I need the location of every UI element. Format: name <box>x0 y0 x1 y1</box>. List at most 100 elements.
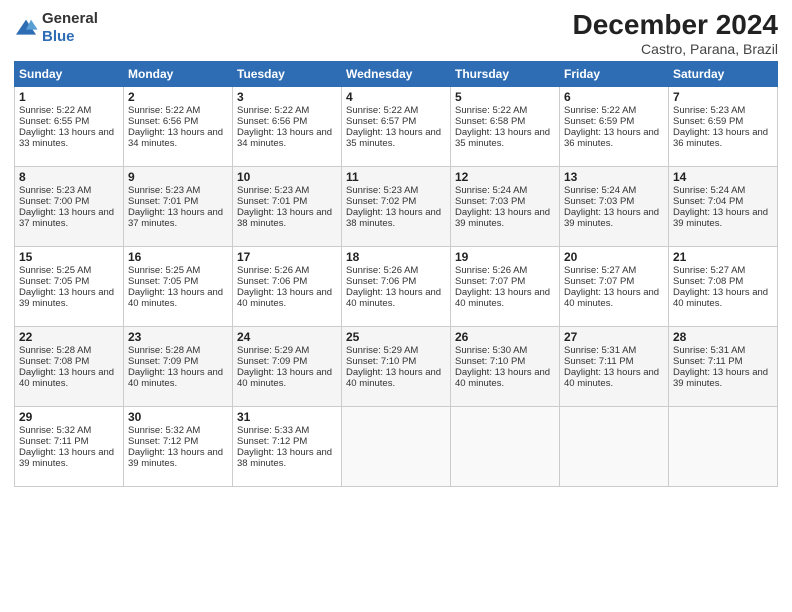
sunrise: Sunrise: 5:25 AM <box>128 265 200 276</box>
calendar-table: Sunday Monday Tuesday Wednesday Thursday… <box>14 61 778 487</box>
daylight: Daylight: 13 hours and 33 minutes. <box>19 127 114 149</box>
sunrise: Sunrise: 5:32 AM <box>19 425 91 436</box>
month-title: December 2024 <box>573 10 778 41</box>
daylight: Daylight: 13 hours and 34 minutes. <box>128 127 223 149</box>
calendar-week-3: 15Sunrise: 5:25 AMSunset: 7:05 PMDayligh… <box>15 246 778 326</box>
sunset: Sunset: 7:10 PM <box>455 356 525 367</box>
daylight: Daylight: 13 hours and 37 minutes. <box>19 207 114 229</box>
calendar-cell: 8Sunrise: 5:23 AMSunset: 7:00 PMDaylight… <box>15 166 124 246</box>
sunset: Sunset: 7:01 PM <box>128 196 198 207</box>
sunset: Sunset: 7:06 PM <box>237 276 307 287</box>
calendar-cell: 17Sunrise: 5:26 AMSunset: 7:06 PMDayligh… <box>233 246 342 326</box>
daylight: Daylight: 13 hours and 40 minutes. <box>128 287 223 309</box>
day-number: 13 <box>564 170 664 184</box>
daylight: Daylight: 13 hours and 38 minutes. <box>237 447 332 469</box>
calendar-cell: 13Sunrise: 5:24 AMSunset: 7:03 PMDayligh… <box>560 166 669 246</box>
sunset: Sunset: 6:59 PM <box>564 116 634 127</box>
daylight: Daylight: 13 hours and 35 minutes. <box>346 127 441 149</box>
sunset: Sunset: 7:11 PM <box>673 356 743 367</box>
sunset: Sunset: 7:07 PM <box>564 276 634 287</box>
header-sunday: Sunday <box>15 61 124 86</box>
calendar-cell: 4Sunrise: 5:22 AMSunset: 6:57 PMDaylight… <box>342 86 451 166</box>
day-number: 24 <box>237 330 337 344</box>
calendar-cell: 6Sunrise: 5:22 AMSunset: 6:59 PMDaylight… <box>560 86 669 166</box>
calendar-cell: 26Sunrise: 5:30 AMSunset: 7:10 PMDayligh… <box>451 326 560 406</box>
day-number: 20 <box>564 250 664 264</box>
day-number: 17 <box>237 250 337 264</box>
daylight: Daylight: 13 hours and 37 minutes. <box>128 207 223 229</box>
day-number: 1 <box>19 90 119 104</box>
sunrise: Sunrise: 5:28 AM <box>128 345 200 356</box>
sunrise: Sunrise: 5:24 AM <box>564 185 636 196</box>
page-container: General Blue December 2024 Castro, Paran… <box>0 0 792 493</box>
calendar-cell <box>669 406 778 486</box>
sunrise: Sunrise: 5:31 AM <box>673 345 745 356</box>
day-number: 21 <box>673 250 773 264</box>
calendar-cell <box>342 406 451 486</box>
calendar-cell: 24Sunrise: 5:29 AMSunset: 7:09 PMDayligh… <box>233 326 342 406</box>
sunset: Sunset: 7:05 PM <box>128 276 198 287</box>
sunrise: Sunrise: 5:29 AM <box>346 345 418 356</box>
header-thursday: Thursday <box>451 61 560 86</box>
sunrise: Sunrise: 5:33 AM <box>237 425 309 436</box>
calendar-cell: 30Sunrise: 5:32 AMSunset: 7:12 PMDayligh… <box>124 406 233 486</box>
header: General Blue December 2024 Castro, Paran… <box>14 10 778 57</box>
calendar-week-4: 22Sunrise: 5:28 AMSunset: 7:08 PMDayligh… <box>15 326 778 406</box>
sunset: Sunset: 7:04 PM <box>673 196 743 207</box>
day-number: 8 <box>19 170 119 184</box>
sunset: Sunset: 7:08 PM <box>19 356 89 367</box>
daylight: Daylight: 13 hours and 40 minutes. <box>346 287 441 309</box>
header-tuesday: Tuesday <box>233 61 342 86</box>
day-number: 3 <box>237 90 337 104</box>
daylight: Daylight: 13 hours and 40 minutes. <box>19 367 114 389</box>
sunset: Sunset: 7:10 PM <box>346 356 416 367</box>
calendar-cell: 9Sunrise: 5:23 AMSunset: 7:01 PMDaylight… <box>124 166 233 246</box>
calendar-body: 1Sunrise: 5:22 AMSunset: 6:55 PMDaylight… <box>15 86 778 486</box>
calendar-cell: 12Sunrise: 5:24 AMSunset: 7:03 PMDayligh… <box>451 166 560 246</box>
sunset: Sunset: 7:05 PM <box>19 276 89 287</box>
sunrise: Sunrise: 5:24 AM <box>455 185 527 196</box>
sunrise: Sunrise: 5:26 AM <box>455 265 527 276</box>
calendar-cell: 20Sunrise: 5:27 AMSunset: 7:07 PMDayligh… <box>560 246 669 326</box>
sunset: Sunset: 7:02 PM <box>346 196 416 207</box>
sunrise: Sunrise: 5:22 AM <box>128 105 200 116</box>
daylight: Daylight: 13 hours and 40 minutes. <box>564 367 659 389</box>
logo: General Blue <box>14 10 98 46</box>
day-number: 22 <box>19 330 119 344</box>
daylight: Daylight: 13 hours and 39 minutes. <box>19 287 114 309</box>
sunrise: Sunrise: 5:28 AM <box>19 345 91 356</box>
sunset: Sunset: 6:55 PM <box>19 116 89 127</box>
day-number: 6 <box>564 90 664 104</box>
day-number: 14 <box>673 170 773 184</box>
sunset: Sunset: 7:01 PM <box>237 196 307 207</box>
daylight: Daylight: 13 hours and 40 minutes. <box>237 287 332 309</box>
daylight: Daylight: 13 hours and 36 minutes. <box>673 127 768 149</box>
daylight: Daylight: 13 hours and 36 minutes. <box>564 127 659 149</box>
sunset: Sunset: 7:03 PM <box>564 196 634 207</box>
daylight: Daylight: 13 hours and 35 minutes. <box>455 127 550 149</box>
sunrise: Sunrise: 5:23 AM <box>673 105 745 116</box>
calendar-cell: 14Sunrise: 5:24 AMSunset: 7:04 PMDayligh… <box>669 166 778 246</box>
day-number: 19 <box>455 250 555 264</box>
sunset: Sunset: 7:06 PM <box>346 276 416 287</box>
sunrise: Sunrise: 5:23 AM <box>346 185 418 196</box>
sunrise: Sunrise: 5:29 AM <box>237 345 309 356</box>
sunrise: Sunrise: 5:25 AM <box>19 265 91 276</box>
calendar-cell: 27Sunrise: 5:31 AMSunset: 7:11 PMDayligh… <box>560 326 669 406</box>
day-number: 9 <box>128 170 228 184</box>
day-number: 10 <box>237 170 337 184</box>
sunset: Sunset: 6:57 PM <box>346 116 416 127</box>
sunrise: Sunrise: 5:31 AM <box>564 345 636 356</box>
daylight: Daylight: 13 hours and 40 minutes. <box>564 287 659 309</box>
day-number: 29 <box>19 410 119 424</box>
calendar-week-5: 29Sunrise: 5:32 AMSunset: 7:11 PM Dayligh… <box>15 406 778 486</box>
sunset: Sunset: 7:12 PM <box>128 436 198 447</box>
daylight: Daylight: 13 hours and 40 minutes. <box>128 367 223 389</box>
sunset: Sunset: 7:08 PM <box>673 276 743 287</box>
daylight: Daylight: 13 hours and 40 minutes. <box>346 367 441 389</box>
sunrise: Sunrise: 5:22 AM <box>564 105 636 116</box>
logo-blue: Blue <box>42 28 75 45</box>
daylight: Daylight: 13 hours and 39 minutes. <box>564 207 659 229</box>
sunset: Sunset: 7:11 PM <box>19 436 89 447</box>
logo-icon <box>14 18 38 38</box>
